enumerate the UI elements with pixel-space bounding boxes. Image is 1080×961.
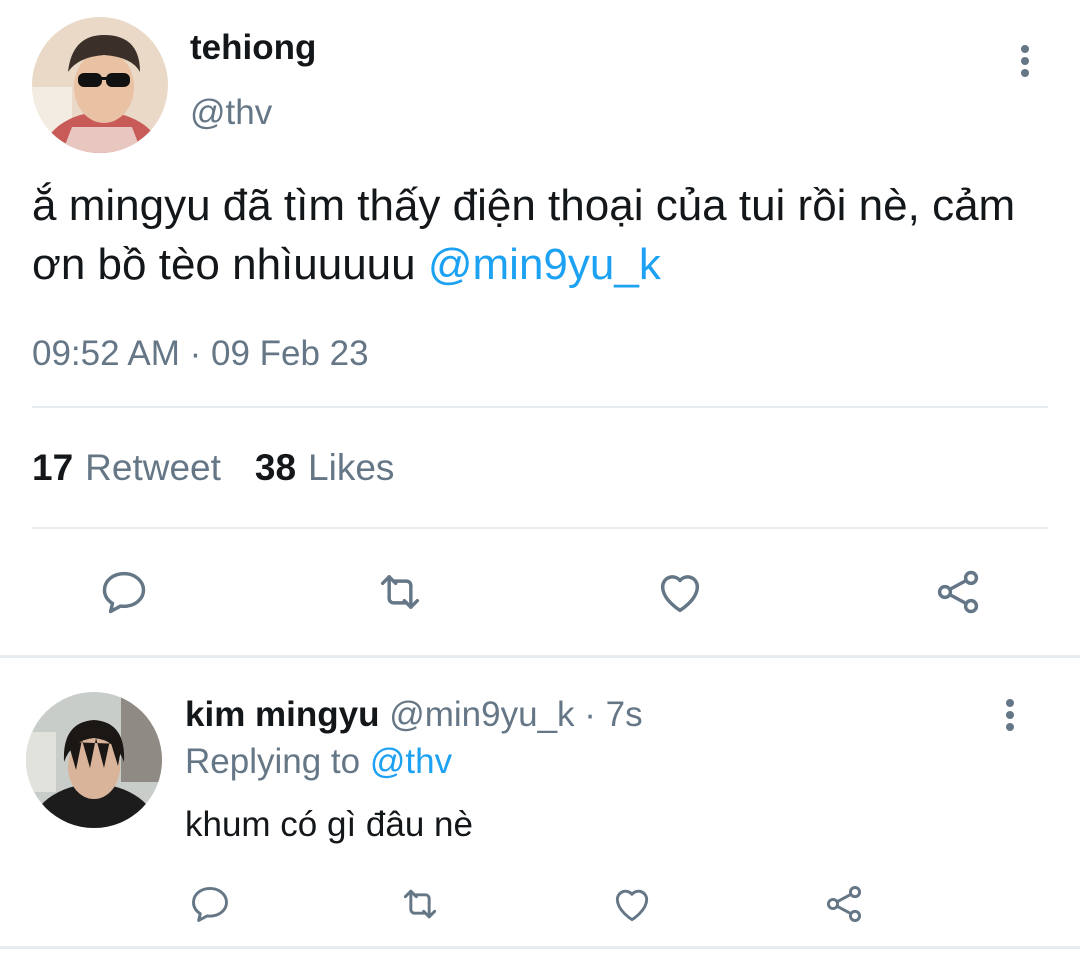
reply-like-icon[interactable] bbox=[602, 874, 662, 934]
replying-prefix: Replying to bbox=[185, 742, 361, 781]
reply-retweet-icon[interactable] bbox=[390, 874, 450, 934]
mention-link[interactable]: @min9yu_k bbox=[428, 240, 661, 289]
reply-author-handle[interactable]: @min9yu_k bbox=[389, 695, 574, 734]
like-icon[interactable] bbox=[650, 562, 710, 622]
retweet-label[interactable]: Retweet bbox=[85, 447, 221, 488]
tweet-text: ắ mingyu đã tìm thấy điện thoại của tui … bbox=[32, 176, 1052, 294]
retweet-icon[interactable] bbox=[370, 562, 430, 622]
likes-count[interactable]: 38 bbox=[255, 447, 296, 488]
section-separator bbox=[0, 946, 1080, 949]
reply-avatar[interactable] bbox=[26, 692, 162, 828]
reply-time: 7s bbox=[605, 695, 643, 734]
reply-reply-icon[interactable] bbox=[180, 874, 240, 934]
reply-dot: · bbox=[584, 695, 596, 734]
divider bbox=[32, 527, 1048, 529]
engagement-stats: 17 Retweet 38 Likes bbox=[32, 447, 406, 489]
author-name[interactable]: tehiong bbox=[190, 28, 316, 68]
main-avatar[interactable] bbox=[32, 17, 168, 153]
likes-label[interactable]: Likes bbox=[308, 447, 394, 488]
reply-header: kim mingyu @min9yu_k · 7s bbox=[185, 695, 643, 735]
retweet-count[interactable]: 17 bbox=[32, 447, 73, 488]
reply-text: khum có gì đâu nè bbox=[185, 805, 473, 844]
replying-to: Replying to @thv bbox=[185, 742, 452, 782]
author-handle[interactable]: @thv bbox=[190, 93, 272, 133]
reply-icon[interactable] bbox=[94, 562, 154, 622]
replying-handle-link[interactable]: @thv bbox=[370, 742, 452, 781]
tweet-timestamp: 09:52 AM · 09 Feb 23 bbox=[32, 334, 369, 373]
reply-more-options-icon[interactable] bbox=[990, 696, 1030, 736]
section-separator bbox=[0, 655, 1080, 658]
divider bbox=[32, 406, 1048, 408]
reply-author-name[interactable]: kim mingyu bbox=[185, 695, 379, 734]
reply-share-icon[interactable] bbox=[814, 874, 874, 934]
more-options-icon[interactable] bbox=[1005, 42, 1045, 82]
share-icon[interactable] bbox=[928, 562, 988, 622]
